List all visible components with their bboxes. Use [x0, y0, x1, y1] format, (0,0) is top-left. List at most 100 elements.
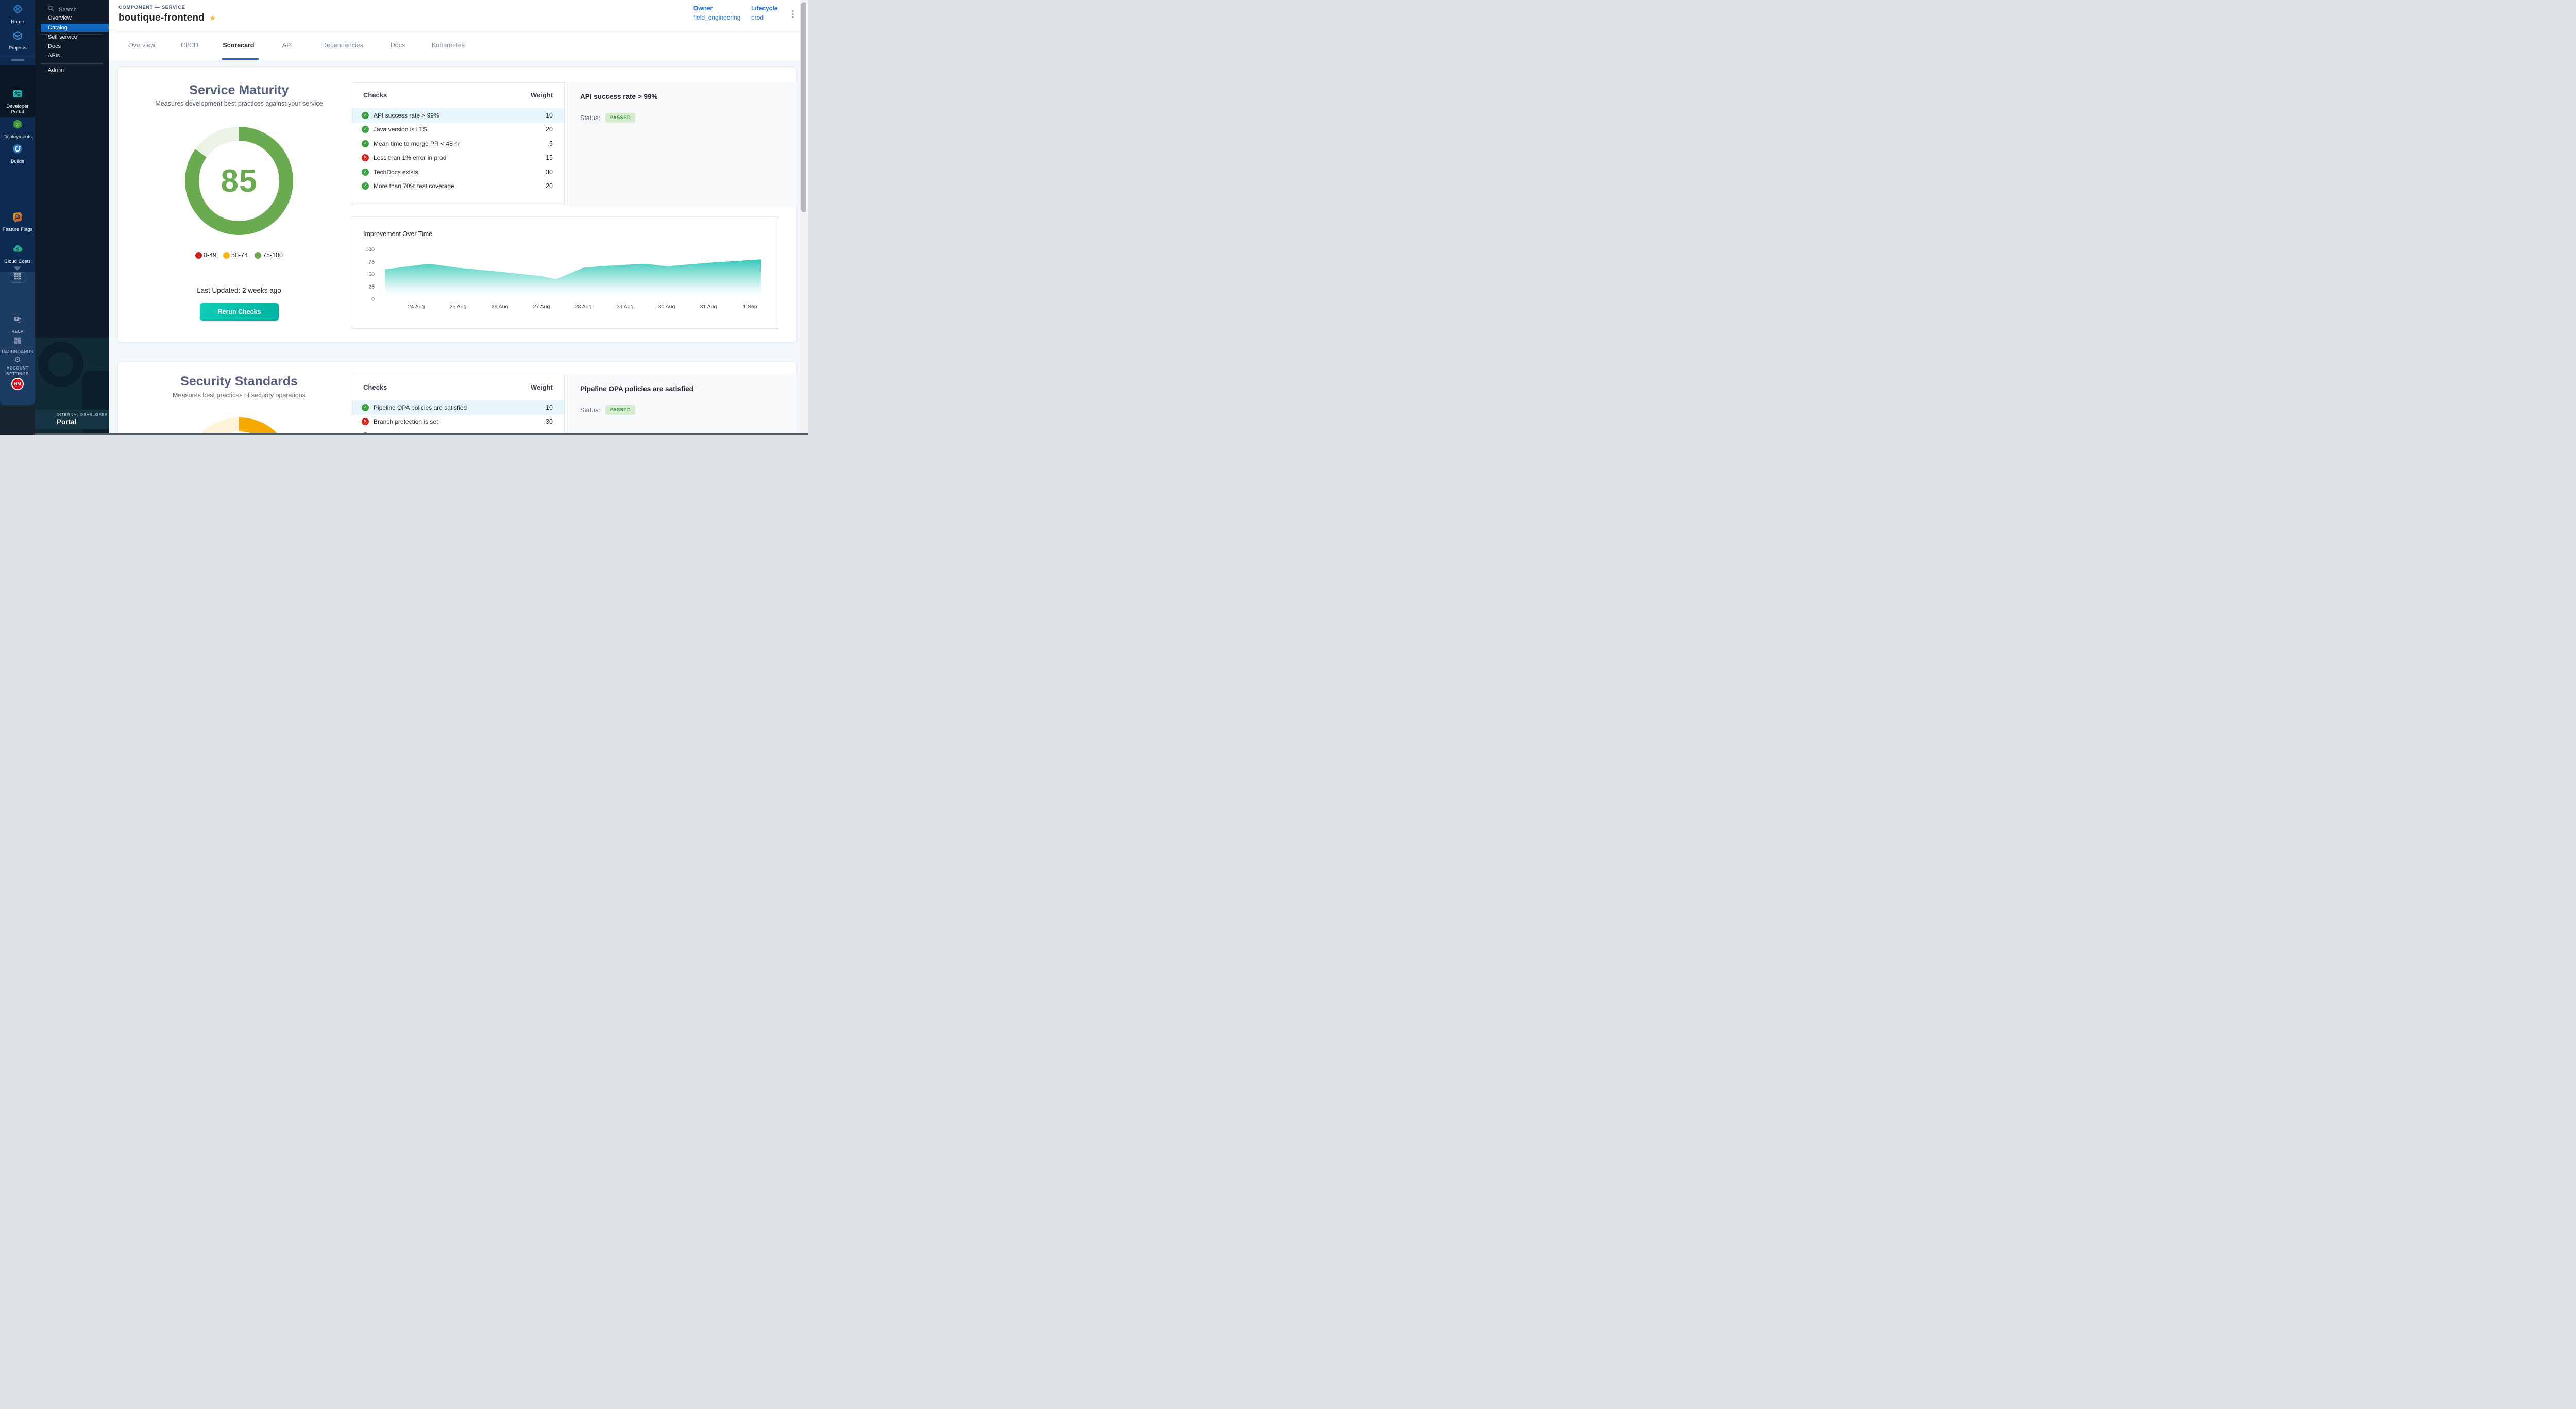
axis-tick-label: 28 Aug	[575, 304, 592, 310]
gear-icon: ⚙	[14, 356, 21, 364]
kebab-menu-icon[interactable]	[789, 9, 796, 21]
checks-table: Checks Weight ✓API success rate > 99%10✓…	[352, 82, 565, 205]
sidebar-item-developer-portal[interactable]: Developer Portal	[0, 88, 35, 115]
nav-item-docs[interactable]: Docs	[48, 43, 61, 49]
svg-text:∞: ∞	[15, 122, 20, 127]
horizontal-scrollbar[interactable]	[35, 433, 808, 435]
axis-tick-label: 50	[368, 272, 375, 278]
check-row[interactable]: ✓More than 70% test coverage20	[352, 179, 564, 194]
check-passed-icon: ✓	[362, 169, 369, 176]
check-row[interactable]: ✓Mean time to merge PR < 48 hr5	[352, 137, 564, 151]
tab-ci-cd[interactable]: CI/CD	[181, 30, 198, 60]
sidebar-item-label: Deployments	[2, 134, 32, 140]
score-legend: 0-4950-7475-100	[118, 251, 360, 259]
check-row[interactable]: ✓	[352, 429, 564, 433]
sidebar-item-account-settings[interactable]: ⚙ ACCOUNT SETTINGS	[0, 356, 35, 377]
legend-label: 0-49	[204, 251, 216, 259]
check-row[interactable]: ✓Java version is LTS20	[352, 123, 564, 137]
legend-item: 75-100	[255, 251, 283, 259]
checks-column-header: Checks	[363, 91, 387, 99]
nav-footer-title: Portal	[57, 418, 76, 426]
sidebar-item-label: ACCOUNT SETTINGS	[0, 365, 35, 377]
legend-dot-icon	[255, 252, 261, 259]
nav-search[interactable]: Search	[47, 5, 77, 14]
check-status-row: Status: PASSED	[580, 113, 785, 123]
check-row[interactable]: ✓API success rate > 99%10	[352, 108, 564, 123]
weight-column-header: Weight	[531, 91, 553, 99]
check-name: Pipeline OPA policies are satisfied	[374, 404, 546, 411]
feature-flags-icon	[12, 211, 23, 225]
nav-footer: INTERNAL DEVELOPER Portal	[35, 338, 109, 435]
vertical-scrollbar-thumb[interactable]	[801, 2, 806, 212]
sidebar-item-projects[interactable]: Projects	[0, 30, 35, 51]
nav-footer-eyebrow: INTERNAL DEVELOPER	[57, 412, 108, 417]
check-detail-panel: API success rate > 99% Status: PASSED	[567, 82, 797, 207]
sidebar-drag-handle[interactable]	[11, 59, 24, 61]
check-row[interactable]: ✕Branch protection is set30	[352, 415, 564, 429]
scorecard-title: Security Standards	[118, 374, 360, 389]
checks-table-header: Checks Weight	[352, 375, 564, 391]
checks-table-header: Checks Weight	[352, 83, 564, 99]
sidebar-item-builds[interactable]: Builds	[0, 143, 35, 164]
module-grid-button[interactable]	[10, 272, 25, 283]
tab-dependencies[interactable]: Dependencies	[322, 30, 363, 60]
sidebar-item-label: DASHBOARDS	[1, 349, 34, 355]
tab-api[interactable]: API	[282, 30, 293, 60]
check-weight: 10	[546, 404, 553, 411]
check-row[interactable]: ✕Less than 1% error in prod15	[352, 151, 564, 165]
axis-tick-label: 31 Aug	[700, 304, 717, 310]
module-sidebar: Home Projects Developer Portal ∞ Deploym…	[0, 0, 35, 435]
search-icon	[47, 5, 54, 14]
sidebar-item-feature-flags[interactable]: Feature Flags	[0, 211, 35, 232]
scorecard-title: Service Maturity	[118, 83, 360, 98]
user-avatar[interactable]: HM	[11, 378, 24, 390]
axis-tick-label: 30 Aug	[658, 304, 675, 310]
checks-table: Checks Weight ✓Pipeline OPA policies are…	[352, 375, 565, 433]
check-row[interactable]: ✓TechDocs exists30	[352, 165, 564, 179]
check-name: Java version is LTS	[374, 126, 546, 133]
checks-rows: ✓API success rate > 99%10 ✓ Java version i…	[352, 108, 564, 193]
check-name: More than 70% test coverage	[374, 182, 546, 190]
legend-dot-icon	[223, 252, 230, 259]
sidebar-bottom-background	[0, 405, 35, 435]
nav-item-overview[interactable]: Overview	[48, 15, 72, 21]
check-row[interactable]: ✓Pipeline OPA policies are satisfied10	[352, 400, 564, 415]
nav-item-admin[interactable]: Admin	[48, 67, 64, 73]
nav-item-self-service[interactable]: Self service	[48, 34, 77, 40]
module-grid-icon	[14, 273, 21, 282]
rerun-checks-button[interactable]: Rerun Checks	[200, 303, 279, 321]
sidebar-item-label: Projects	[8, 45, 27, 51]
vertical-scrollbar-track[interactable]	[800, 0, 808, 435]
sidebar-item-label: Home	[10, 19, 25, 25]
nav-item-catalog[interactable]: Catalog	[48, 25, 67, 31]
status-badge: PASSED	[605, 113, 635, 123]
check-name: API success rate > 99%	[374, 112, 546, 119]
projects-box-icon	[12, 30, 23, 44]
owner-link[interactable]: field_engineering	[693, 14, 740, 21]
tab-bar: Overview CI/CD Scorecard API Dependencies Doc…	[109, 30, 800, 60]
sidebar-item-deployments[interactable]: ∞ Deployments	[0, 119, 35, 140]
status-label: Status:	[580, 407, 600, 414]
weight-column-header: Weight	[531, 383, 553, 391]
check-name: Branch protection is set	[374, 418, 546, 425]
tab-docs[interactable]: Docs	[391, 30, 405, 60]
check-name: TechDocs exists	[374, 169, 546, 176]
svg-text:$: $	[16, 247, 19, 252]
dashboards-icon	[13, 337, 22, 347]
favorite-star-icon[interactable]: ★	[209, 14, 216, 22]
sidebar-item-cloud-costs[interactable]: $ Cloud Costs	[0, 243, 35, 264]
check-passed-icon: ✓	[362, 126, 369, 133]
sidebar-item-home[interactable]: Home	[0, 3, 35, 25]
check-passed-icon: ✓	[362, 182, 369, 190]
tab-overview[interactable]: Overview	[128, 30, 155, 60]
check-weight: 5	[549, 140, 553, 147]
sidebar-item-dashboards[interactable]: DASHBOARDS	[0, 337, 35, 355]
nav-item-apis[interactable]: APIs	[48, 53, 60, 59]
axis-tick-label: 100	[365, 247, 375, 253]
axis-tick-label: 25 Aug	[450, 304, 467, 310]
tab-scorecard[interactable]: Scorecard	[223, 30, 254, 60]
sidebar-item-help[interactable]: ? HELP	[0, 315, 35, 334]
status-badge: PASSED	[605, 405, 635, 415]
tab-kubernetes[interactable]: Kubernetes	[432, 30, 465, 60]
axis-tick-label: 1 Sep	[743, 304, 757, 310]
